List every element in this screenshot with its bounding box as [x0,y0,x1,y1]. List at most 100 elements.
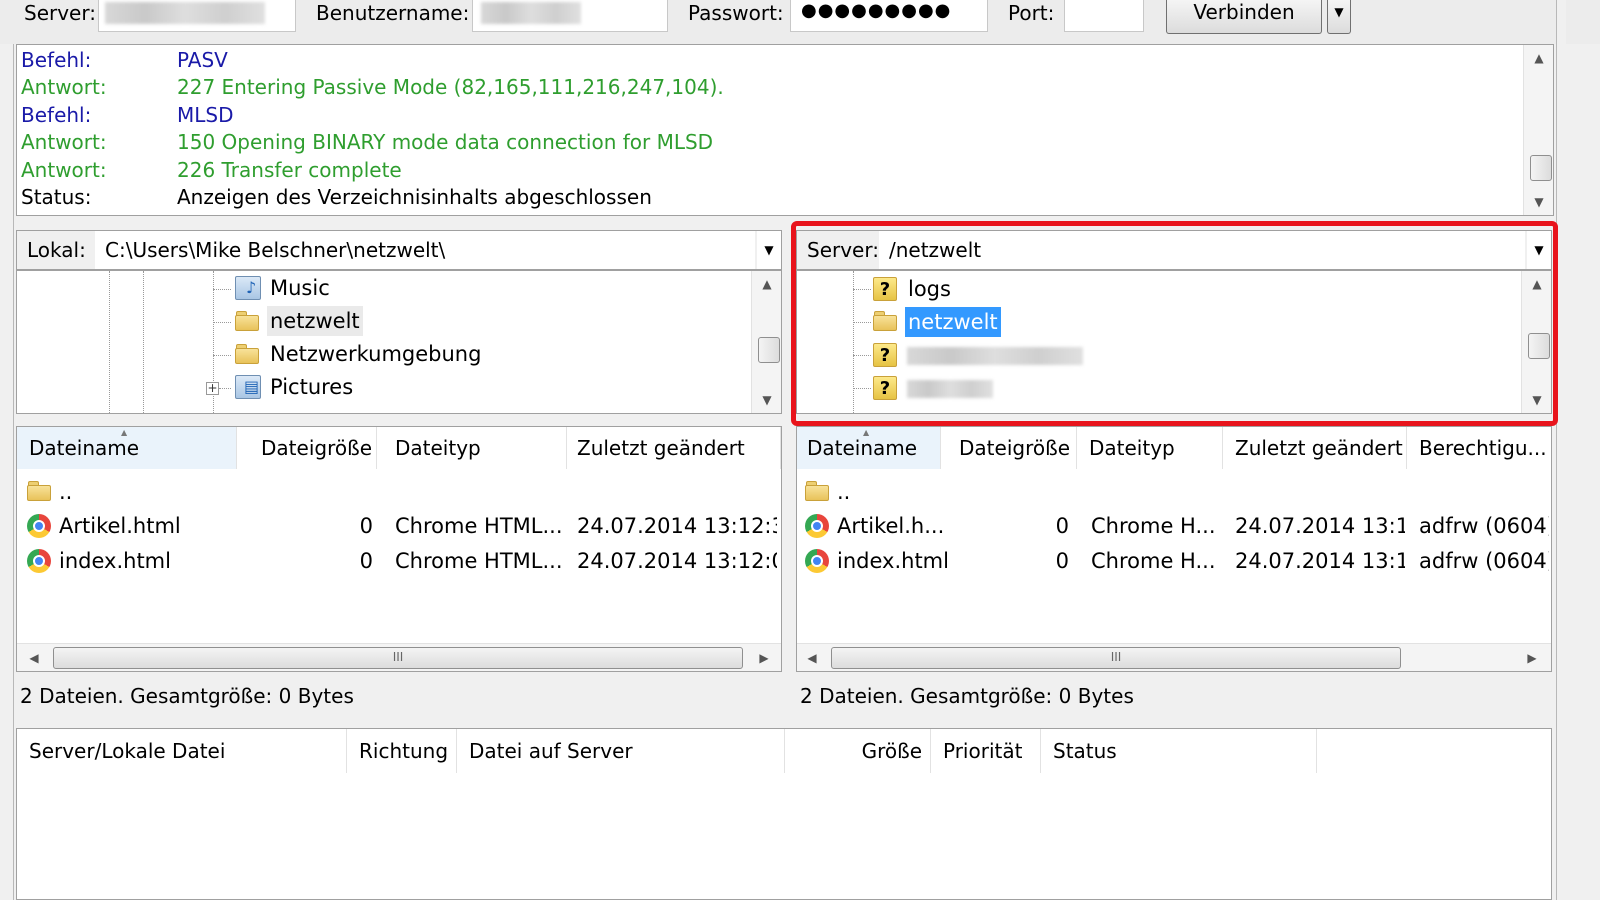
column-header-filename[interactable]: ▲ Dateiname [17,427,237,469]
unknown-folder-icon: ? [873,343,897,367]
scroll-thumb[interactable] [758,337,780,363]
column-header-modified[interactable]: Zuletzt geändert [567,427,781,469]
connect-button[interactable]: Verbinden [1166,0,1322,34]
column-header-remote-file[interactable]: Datei auf Server [457,729,785,773]
remote-path-bar: Server: /netzwelt ▼ [796,230,1552,270]
log-scrollbar[interactable]: ▲ ▼ [1523,45,1553,215]
log-key: Antwort: [21,130,107,155]
server-input[interactable] [98,0,296,32]
remote-file-list[interactable]: ▲ Dateiname Dateigröße Dateityp Zuletzt … [796,426,1552,672]
quickconnect-bar: Server: Benutzername: Passwort: ●●●●●●●●… [0,0,1600,44]
column-header-modified[interactable]: Zuletzt geändert [1223,427,1407,469]
scroll-right-icon[interactable]: ▶ [751,644,777,671]
scroll-right-icon[interactable]: ▶ [1519,644,1545,671]
column-header-size[interactable]: Größe [785,729,931,773]
pictures-library-icon: ▤ [235,375,261,399]
scroll-thumb[interactable] [1530,155,1552,181]
log-text: Anzeigen des Verzeichnisinhalts abgeschl… [177,185,652,209]
log-text: MLSD [177,102,234,127]
log-text: 227 Entering Passive Mode (82,165,111,21… [177,75,724,100]
remote-path-label: Server: [797,231,890,269]
chrome-html-icon [805,549,829,573]
table-row[interactable]: index.html 0 Chrome H... 24.07.2014 13:1… [797,544,1551,578]
log-text: 150 Opening BINARY mode data connection … [177,130,714,155]
remote-horizontal-scrollbar[interactable]: ◀ III ▶ [797,643,1551,671]
log-key: Antwort: [21,157,107,182]
column-header-filesize[interactable]: Dateigröße [237,427,377,469]
scroll-thumb[interactable]: III [53,647,743,669]
scroll-thumb[interactable] [1528,333,1550,359]
unknown-folder-icon: ? [873,376,897,400]
remote-tree-item-logs[interactable]: logs [905,274,954,304]
log-line: Befehl: MLSD [21,102,234,129]
chevron-down-icon[interactable]: ▼ [757,231,781,269]
chevron-down-icon[interactable]: ▼ [1527,231,1551,269]
log-line: Befehl: PASV [21,47,228,74]
message-log[interactable]: Befehl: PASV Antwort: 227 Entering Passive … [16,44,1554,216]
table-row[interactable]: index.html 0 Chrome HTML... 24.07.2014 1… [17,544,781,578]
local-path-input[interactable]: C:\Users\Mike Belschner\netzwelt\ [95,231,755,269]
username-input[interactable] [472,0,668,32]
scroll-up-icon[interactable]: ▲ [1524,45,1554,71]
local-file-list[interactable]: ▲ Dateiname Dateigröße Dateityp Zuletzt … [16,426,782,672]
local-tree-scrollbar[interactable]: ▲ ▼ [751,271,781,413]
tree-item-pictures[interactable]: Pictures [267,372,356,402]
port-label: Port: [1008,1,1055,25]
tree-item-netzwerkumgebung[interactable]: Netzwerkumgebung [267,339,484,369]
redacted-server [105,2,265,24]
scroll-left-icon[interactable]: ◀ [799,644,825,671]
chevron-down-icon: ▼ [1334,5,1344,19]
parent-directory-row[interactable]: .. [17,475,781,509]
scroll-left-icon[interactable]: ◀ [21,644,47,671]
tree-item-music[interactable]: Music [267,273,333,303]
folder-icon [873,311,897,331]
remote-directory-tree[interactable]: ? logs netzwelt ? ? ▲ ▼ [796,270,1552,414]
column-header-filesize[interactable]: Dateigröße [941,427,1077,469]
connect-dropdown-button[interactable]: ▼ [1327,0,1351,34]
expand-plus-icon[interactable]: + [206,382,219,395]
password-label: Passwort: [688,1,784,25]
tree-item-netzwelt[interactable]: netzwelt [267,306,363,336]
remote-path-input[interactable]: /netzwelt [879,231,1525,269]
column-header-local-file[interactable]: Server/Lokale Datei [17,729,347,773]
music-library-icon: ♪ [235,276,261,300]
column-header-permissions[interactable]: Berechtigu... [1407,427,1551,469]
log-line: Antwort: 227 Entering Passive Mode (82,16… [21,74,724,101]
local-path-label: Lokal: [17,231,97,269]
scroll-thumb[interactable]: III [831,647,1401,669]
column-header-priority[interactable]: Priorität [931,729,1041,773]
log-line: Antwort: 150 Opening BINARY mode data con… [21,129,713,156]
folder-icon [27,481,51,501]
scroll-up-icon[interactable]: ▲ [1522,271,1551,297]
local-horizontal-scrollbar[interactable]: ◀ III ▶ [17,643,781,671]
table-row[interactable]: Artikel.html 0 Chrome HTML... 24.07.2014… [17,509,781,543]
password-input[interactable]: ●●●●●●●●● [790,0,988,32]
local-directory-tree[interactable]: ♪ Music netzwelt Netzwerkumgebung + ▤ Pi… [16,270,782,414]
remote-tree-scrollbar[interactable]: ▲ ▼ [1521,271,1551,413]
scroll-down-icon[interactable]: ▼ [1524,189,1554,215]
chrome-html-icon [27,514,51,538]
scroll-down-icon[interactable]: ▼ [1522,387,1551,413]
folder-icon [805,481,829,501]
transfer-queue[interactable]: Server/Lokale Datei Richtung Datei auf S… [16,728,1552,900]
scroll-up-icon[interactable]: ▲ [752,271,781,297]
log-text: PASV [177,48,228,72]
window-left-border [0,0,14,900]
username-label: Benutzername: [316,1,470,25]
port-input[interactable] [1064,0,1144,32]
column-header-filetype[interactable]: Dateityp [1077,427,1223,469]
column-header-filetype[interactable]: Dateityp [377,427,567,469]
window-right-border [1556,0,1566,900]
column-header-direction[interactable]: Richtung [347,729,457,773]
column-header-status[interactable]: Status [1041,729,1317,773]
log-key: Status: [21,185,92,209]
table-row[interactable]: Artikel.h... 0 Chrome H... 24.07.2014 13… [797,509,1551,543]
log-key: Befehl: [21,48,92,72]
redacted-username [481,2,581,24]
parent-directory-row[interactable]: .. [797,475,1551,509]
column-header-filename[interactable]: ▲ Dateiname [797,427,941,469]
remote-tree-item-netzwelt[interactable]: netzwelt [905,307,1001,337]
local-path-bar: Lokal: C:\Users\Mike Belschner\netzwelt\… [16,230,782,270]
scroll-down-icon[interactable]: ▼ [752,387,781,413]
log-line: Antwort: 226 Transfer complete [21,157,402,184]
